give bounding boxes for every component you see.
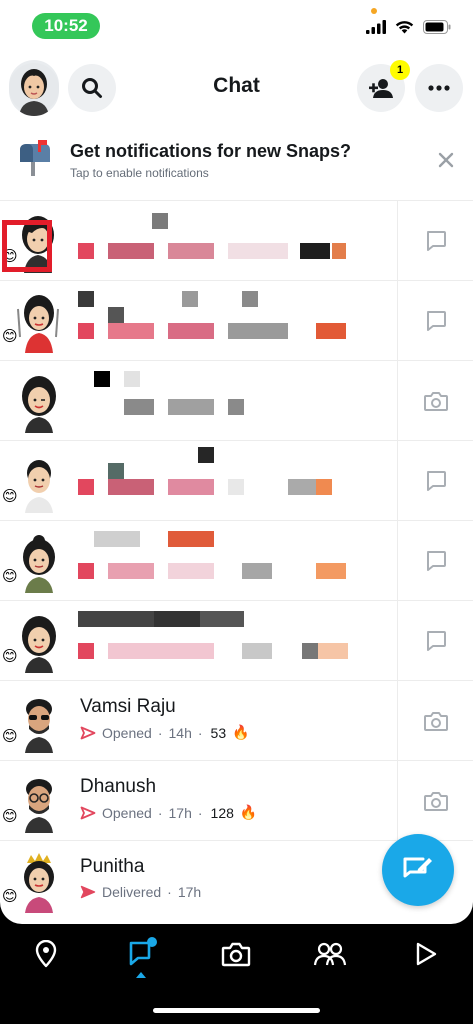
chat-button[interactable] xyxy=(397,441,473,521)
mailbox-icon xyxy=(20,140,50,176)
nav-camera[interactable] xyxy=(216,934,256,974)
play-icon xyxy=(416,942,437,966)
status-bar: 10:52 xyxy=(0,0,473,52)
time-text: 17h xyxy=(168,804,192,821)
chat-row[interactable] xyxy=(0,360,473,441)
time-text: 17h xyxy=(177,884,202,900)
notification-title: Get notifications for new Snaps? xyxy=(70,141,352,161)
separator: · xyxy=(197,724,203,741)
chat-row[interactable]: 😊 xyxy=(0,520,473,601)
chat-row[interactable]: 😊 xyxy=(0,440,473,521)
battery-icon xyxy=(423,20,451,34)
separator: · xyxy=(167,884,172,900)
chat-bubble-icon xyxy=(426,631,446,651)
home-indicator[interactable] xyxy=(153,1008,320,1013)
selection-highlight xyxy=(2,220,52,272)
chat-button[interactable] xyxy=(397,201,473,281)
streak-count: 128 xyxy=(210,804,234,821)
active-tab-indicator-icon xyxy=(136,972,146,978)
chat-bubble-icon xyxy=(426,471,446,491)
camera-icon xyxy=(423,712,448,731)
chat-name: Punitha xyxy=(80,856,145,877)
status-text: Delivered xyxy=(102,884,162,900)
notification-banner[interactable]: Get notifications for new Snaps? Tap to … xyxy=(0,132,473,192)
separator: · xyxy=(197,804,203,821)
friend-emoji-icon: 😊 xyxy=(2,648,18,665)
time-text: 14h xyxy=(168,724,192,741)
blurred-chat-preview xyxy=(78,213,378,269)
chat-button[interactable] xyxy=(397,281,473,361)
fire-icon: 🔥 xyxy=(232,724,250,740)
chat-status: Opened · 17h · 128 🔥 xyxy=(80,804,257,821)
camera-icon xyxy=(423,792,448,811)
more-icon xyxy=(428,85,450,91)
status-icons xyxy=(366,20,451,34)
blurred-chat-preview xyxy=(78,531,378,589)
separator: · xyxy=(157,804,163,821)
status-text: Opened xyxy=(102,804,152,821)
chat-row[interactable]: 😊 xyxy=(0,280,473,361)
status-time: 10:52 xyxy=(32,13,100,39)
camera-button[interactable] xyxy=(397,681,473,761)
streak-count: 53 xyxy=(210,724,227,741)
camera-icon xyxy=(221,942,251,967)
chat-screen: 10:52 Chat 1 Get notifications for new S… xyxy=(0,0,473,924)
camera-button[interactable] xyxy=(397,361,473,441)
blurred-chat-preview xyxy=(78,611,378,669)
nav-chat[interactable] xyxy=(122,934,162,974)
compose-chat-icon xyxy=(403,857,432,878)
friends-icon xyxy=(313,942,347,966)
chat-status: Delivered · 17h xyxy=(80,884,201,900)
chat-bubble-icon xyxy=(426,231,446,251)
signal-icon xyxy=(366,20,386,34)
blurred-chat-preview xyxy=(78,291,378,349)
camera-button[interactable] xyxy=(397,761,473,841)
wifi-icon xyxy=(395,21,414,34)
friend-emoji-icon: 😊 xyxy=(2,328,18,345)
friend-emoji-icon: 😊 xyxy=(2,728,18,745)
chat-bubble-icon xyxy=(426,311,446,331)
close-icon[interactable] xyxy=(432,146,460,174)
friend-emoji-icon: 😊 xyxy=(2,488,18,505)
friend-emoji-icon: 😊 xyxy=(2,808,18,825)
blurred-chat-preview xyxy=(78,371,378,429)
more-button[interactable] xyxy=(415,64,463,112)
chat-row[interactable]: 😊 xyxy=(0,200,473,281)
chat-bubble-icon xyxy=(426,551,446,571)
top-bar: Chat 1 xyxy=(0,60,473,116)
privacy-indicator-icon xyxy=(371,8,377,14)
chat-button[interactable] xyxy=(397,601,473,681)
chat-bubble-icon xyxy=(129,937,157,966)
friend-request-badge: 1 xyxy=(390,60,410,80)
chat-status: Opened · 14h · 53 🔥 xyxy=(80,724,250,741)
chat-row[interactable]: 😊 Vamsi Raju Opened · 14h · 53 🔥 xyxy=(0,680,473,761)
sent-arrow-outline-icon xyxy=(80,726,96,739)
friend-emoji-icon: 😊 xyxy=(2,888,18,905)
add-friend-icon xyxy=(369,79,393,98)
nav-friends[interactable] xyxy=(310,934,350,974)
fire-icon: 🔥 xyxy=(239,804,258,820)
friend-emoji-icon: 😊 xyxy=(2,568,18,585)
blurred-chat-preview xyxy=(78,447,378,509)
sent-arrow-outline-icon xyxy=(80,806,96,819)
nav-discover[interactable] xyxy=(406,934,446,974)
notification-subtitle: Tap to enable notifications xyxy=(70,166,209,180)
sent-arrow-filled-icon xyxy=(80,885,96,899)
chat-button[interactable] xyxy=(397,521,473,601)
chat-name: Vamsi Raju xyxy=(80,696,176,717)
camera-icon xyxy=(423,392,448,411)
status-text: Opened xyxy=(102,724,152,741)
chat-name: Dhanush xyxy=(80,776,157,797)
map-pin-icon xyxy=(35,940,57,968)
new-chat-button[interactable] xyxy=(382,834,454,906)
bitmoji-avatar-icon xyxy=(22,376,56,433)
nav-map[interactable] xyxy=(26,934,66,974)
chat-row[interactable]: 😊 Dhanush Opened · 17h · 128 🔥 xyxy=(0,760,473,841)
separator: · xyxy=(157,724,163,741)
chat-row[interactable]: 😊 xyxy=(0,600,473,681)
